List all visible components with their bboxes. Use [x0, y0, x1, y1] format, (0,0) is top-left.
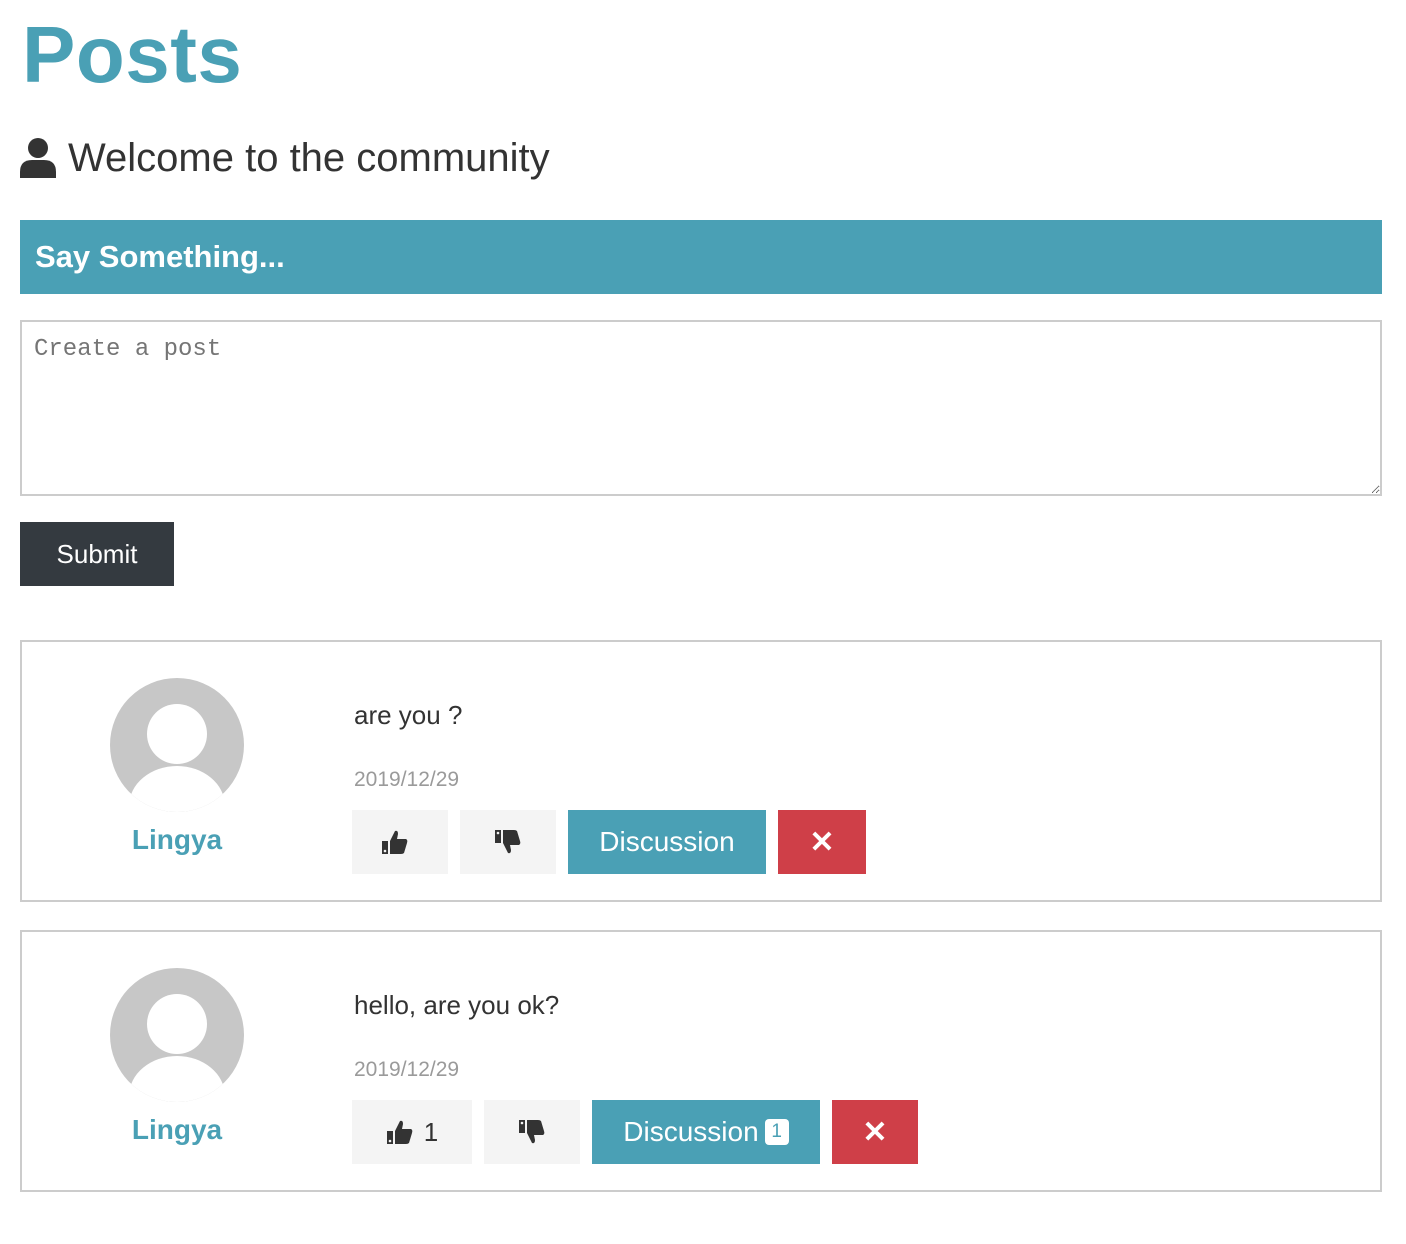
discussion-button[interactable]: Discussion 1 [592, 1100, 820, 1164]
avatar [110, 968, 244, 1102]
thumbs-up-icon [381, 828, 409, 856]
thumbs-down-icon [518, 1118, 546, 1146]
comment-count-badge: 1 [764, 1119, 789, 1145]
avatar [110, 678, 244, 812]
user-icon [20, 138, 56, 178]
close-icon: ✕ [862, 1115, 888, 1149]
post-text: hello, are you ok? [354, 990, 560, 1020]
welcome-text: Welcome to the community [68, 135, 550, 180]
discussion-label: Discussion [623, 1116, 759, 1147]
dislike-button[interactable] [484, 1100, 580, 1164]
post-actions: 1 Discussion 1 ✕ [352, 1100, 918, 1164]
post-text: are you ? [354, 700, 463, 730]
delete-button[interactable]: ✕ [778, 810, 866, 874]
form-header: Say Something... [20, 220, 1382, 294]
post-author[interactable]: Lingya [22, 1114, 332, 1146]
dislike-button[interactable] [460, 810, 556, 874]
post-input[interactable] [20, 320, 1382, 496]
post-author[interactable]: Lingya [22, 824, 332, 856]
thumbs-down-icon [494, 828, 522, 856]
post-card: Lingya hello, are you ok? 2019/12/29 1 D… [20, 930, 1382, 1192]
discussion-label: Discussion [599, 826, 735, 857]
post-date: 2019/12/29 [354, 1058, 460, 1081]
close-icon: ✕ [809, 825, 835, 859]
post-actions: Discussion ✕ [352, 810, 866, 874]
submit-button[interactable]: Submit [20, 522, 174, 586]
page-title: Posts [22, 10, 243, 99]
post-author-column: Lingya [22, 642, 332, 900]
like-button[interactable]: 1 [352, 1100, 472, 1164]
like-count: 1 [423, 1116, 439, 1147]
like-button[interactable] [352, 810, 448, 874]
thumbs-up-icon [386, 1118, 414, 1146]
post-date: 2019/12/29 [354, 768, 460, 791]
delete-button[interactable]: ✕ [832, 1100, 918, 1164]
welcome-lead: Welcome to the community [20, 132, 550, 184]
post-author-column: Lingya [22, 932, 332, 1190]
discussion-button[interactable]: Discussion [568, 810, 766, 874]
post-card: Lingya are you ? 2019/12/29 Discussion ✕ [20, 640, 1382, 902]
